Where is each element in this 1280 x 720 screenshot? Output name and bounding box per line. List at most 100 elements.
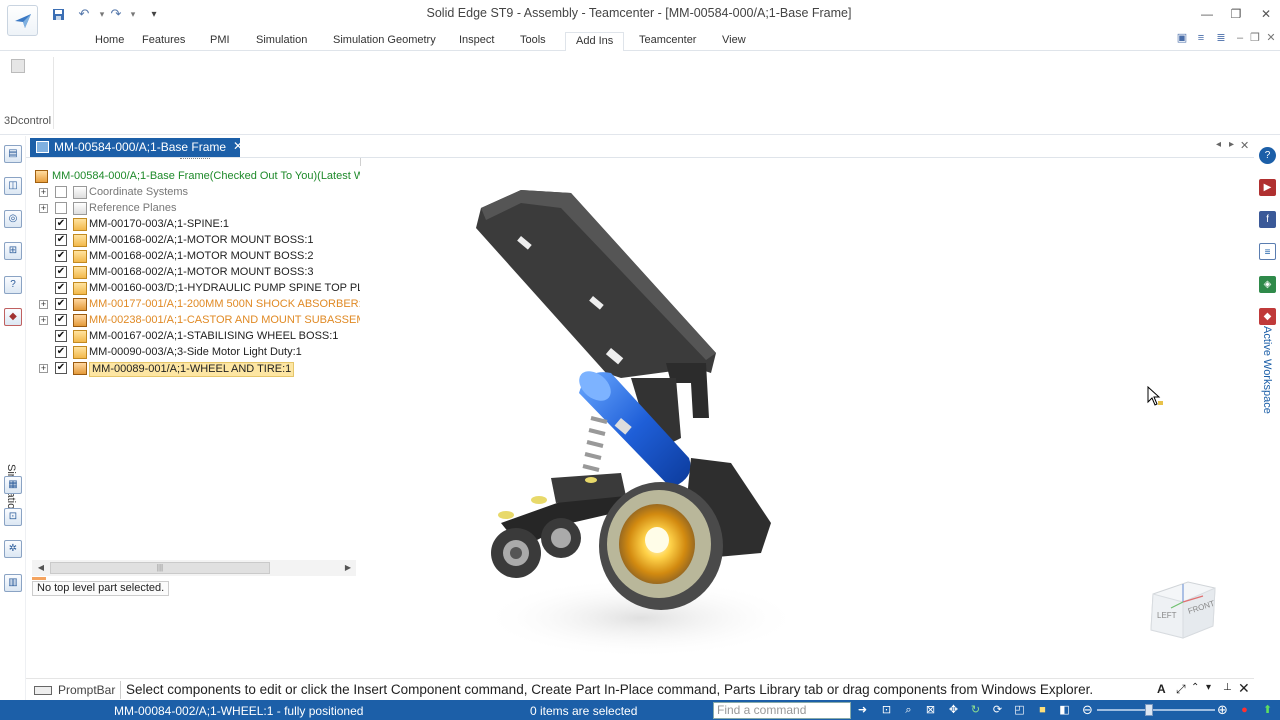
- view-orientation-icon[interactable]: ◰: [1012, 703, 1027, 717]
- zoom-in-icon[interactable]: ⊕: [1215, 703, 1230, 717]
- visibility-checkbox[interactable]: ✔: [55, 250, 67, 262]
- visibility-checkbox[interactable]: ✔: [55, 266, 67, 278]
- visibility-checkbox[interactable]: [55, 202, 67, 214]
- zoom-out-icon[interactable]: ⊖: [1080, 703, 1095, 717]
- tab-tools[interactable]: Tools: [510, 32, 556, 51]
- expand-icon[interactable]: +: [39, 316, 48, 325]
- tree-item[interactable]: + Coordinate Systems: [30, 185, 360, 201]
- family-tab-icon[interactable]: ▦: [4, 476, 22, 494]
- tree-item[interactable]: + Reference Planes: [30, 201, 360, 217]
- layout-icon[interactable]: ≡: [1193, 30, 1209, 46]
- tab-scroll-left-icon[interactable]: ◂: [1216, 139, 1221, 150]
- go-arrow-icon[interactable]: ➜: [855, 703, 870, 717]
- tab-home[interactable]: Home: [85, 32, 134, 51]
- simulation-tab-icon[interactable]: ◆: [4, 308, 22, 326]
- find-command-input[interactable]: Find a command: [713, 702, 851, 719]
- visibility-checkbox[interactable]: ✔: [55, 282, 67, 294]
- tree-item[interactable]: + ✔ MM-00238-001/A;1-CASTOR AND MOUNT SUBA…: [30, 313, 360, 329]
- tab-simulation-geometry[interactable]: Simulation Geometry: [323, 32, 446, 51]
- active-workspace-logo-icon[interactable]: ◆: [1259, 308, 1276, 325]
- sensors-tab-icon[interactable]: ◎: [4, 210, 22, 228]
- facebook-icon[interactable]: f: [1259, 211, 1276, 228]
- pan-icon[interactable]: ✥: [946, 703, 961, 717]
- stop-record-icon[interactable]: ●: [1237, 703, 1252, 717]
- doc-minimize-icon[interactable]: –: [1232, 30, 1248, 46]
- document-tab-close-icon[interactable]: ✕: [232, 139, 244, 154]
- zoom-area-icon[interactable]: ⌕: [901, 703, 916, 717]
- tab-inspect[interactable]: Inspect: [449, 32, 504, 51]
- expand-icon[interactable]: +: [39, 188, 48, 197]
- visibility-checkbox[interactable]: ✔: [55, 314, 67, 326]
- expand-icon[interactable]: +: [39, 364, 48, 373]
- view-cube[interactable]: LEFT FRONT: [1143, 578, 1223, 642]
- pathfinder-tab-icon[interactable]: ▤: [4, 145, 22, 163]
- play-icon[interactable]: ⬆: [1260, 703, 1275, 717]
- tree-item[interactable]: ✔ MM-00167-002/A;1-STABILISING WHEEL BOSS…: [30, 329, 360, 345]
- scrollbar-thumb[interactable]: |||: [50, 562, 270, 574]
- community-icon[interactable]: ≡: [1259, 243, 1276, 260]
- settings-tab-icon[interactable]: ✲: [4, 540, 22, 558]
- doc-restore-icon[interactable]: ❐: [1247, 30, 1263, 46]
- app-library-icon[interactable]: ◈: [1259, 276, 1276, 293]
- tab-pmi[interactable]: PMI: [200, 32, 240, 51]
- visibility-checkbox[interactable]: ✔: [55, 362, 67, 374]
- visibility-checkbox[interactable]: ✔: [55, 218, 67, 230]
- prompt-down-icon[interactable]: ▾: [1206, 682, 1211, 693]
- tree-item[interactable]: + ✔ MM-00089-001/A;1-WHEEL AND TIRE:1: [30, 361, 360, 377]
- prompt-pin-icon[interactable]: ⊥: [1223, 682, 1232, 693]
- help-circle-icon[interactable]: ?: [1259, 147, 1276, 164]
- prompt-up-icon[interactable]: ⌃: [1191, 682, 1199, 693]
- zoom-icon[interactable]: ⊠: [923, 703, 938, 717]
- view-cube-left-label[interactable]: LEFT: [1157, 611, 1177, 620]
- graphics-window[interactable]: LEFT FRONT: [361, 158, 1254, 678]
- tab-features[interactable]: Features: [132, 32, 195, 51]
- close-all-tabs-icon[interactable]: ✕: [1240, 139, 1249, 152]
- zoom-slider[interactable]: [1097, 709, 1215, 711]
- tree-item[interactable]: ✔ MM-00168-002/A;1-MOTOR MOUNT BOSS:2: [30, 249, 360, 265]
- scroll-left-icon[interactable]: ◀: [35, 562, 47, 574]
- tab-teamcenter[interactable]: Teamcenter: [629, 32, 706, 51]
- tree-root-row[interactable]: MM-00584-000/A;1-Base Frame(Checked Out …: [30, 169, 360, 185]
- reports-tab-icon[interactable]: ?: [4, 276, 22, 294]
- tab-view[interactable]: View: [712, 32, 756, 51]
- prompt-close-icon[interactable]: ✕: [1238, 680, 1250, 697]
- options-icon[interactable]: ≣: [1213, 30, 1229, 46]
- spin-about-icon[interactable]: ⟳: [990, 703, 1005, 717]
- expand-icon[interactable]: +: [39, 204, 48, 213]
- 3dcontrol-icon[interactable]: [11, 59, 25, 73]
- help-icon[interactable]: ▣: [1174, 30, 1190, 46]
- shaded-view-icon[interactable]: ■: [1035, 703, 1050, 717]
- tree-item[interactable]: ✔ MM-00090-003/A;3-Side Motor Light Duty:…: [30, 345, 360, 361]
- rotate-icon[interactable]: ↻: [968, 703, 983, 717]
- features-library-tab-icon[interactable]: ▥: [4, 574, 22, 592]
- zoom-slider-thumb[interactable]: [1145, 704, 1153, 716]
- select-tools-tab-icon[interactable]: ⊡: [4, 508, 22, 526]
- parts-library-tab-icon[interactable]: ⊞: [4, 242, 22, 260]
- display-style-icon[interactable]: ◧: [1057, 703, 1072, 717]
- tree-item[interactable]: ✔ MM-00168-002/A;1-MOTOR MOUNT BOSS:1: [30, 233, 360, 249]
- font-size-icon[interactable]: A: [1157, 682, 1166, 696]
- tab-simulation[interactable]: Simulation: [246, 32, 317, 51]
- close-icon[interactable]: ✕: [1256, 6, 1276, 22]
- minimize-icon[interactable]: —: [1197, 6, 1217, 22]
- tree-item[interactable]: + ✔ MM-00177-001/A;1-200MM 500N SHOCK ABSO…: [30, 297, 360, 313]
- prompt-expand-icon[interactable]: ⤢: [1176, 682, 1186, 697]
- tab-scroll-right-icon[interactable]: ▸: [1229, 139, 1234, 150]
- visibility-checkbox[interactable]: ✔: [55, 234, 67, 246]
- visibility-checkbox[interactable]: ✔: [55, 298, 67, 310]
- document-tab[interactable]: MM-00584-000/A;1-Base Frame ✕: [30, 138, 243, 157]
- visibility-checkbox[interactable]: ✔: [55, 330, 67, 342]
- horizontal-scrollbar[interactable]: ◀ ||| ▶: [32, 560, 356, 576]
- pane-grip[interactable]: [180, 158, 210, 162]
- restore-icon[interactable]: ❐: [1226, 6, 1246, 22]
- active-workspace-vertical-tab[interactable]: Active Workspace: [1261, 326, 1273, 414]
- doc-close-icon[interactable]: ✕: [1263, 30, 1279, 46]
- tab-add-ins[interactable]: Add Ins: [565, 32, 625, 52]
- tree-item[interactable]: ✔ MM-00160-003/D;1-HYDRAULIC PUMP SPINE T…: [30, 281, 360, 297]
- pane-splitter[interactable]: [32, 577, 46, 580]
- youtube-icon[interactable]: ▶: [1259, 179, 1276, 196]
- layers-tab-icon[interactable]: ◫: [4, 177, 22, 195]
- assembly-model-render[interactable]: [461, 178, 821, 678]
- tree-item[interactable]: ✔ MM-00168-002/A;1-MOTOR MOUNT BOSS:3: [30, 265, 360, 281]
- tree-item[interactable]: ✔ MM-00170-003/A;1-SPINE:1: [30, 217, 360, 233]
